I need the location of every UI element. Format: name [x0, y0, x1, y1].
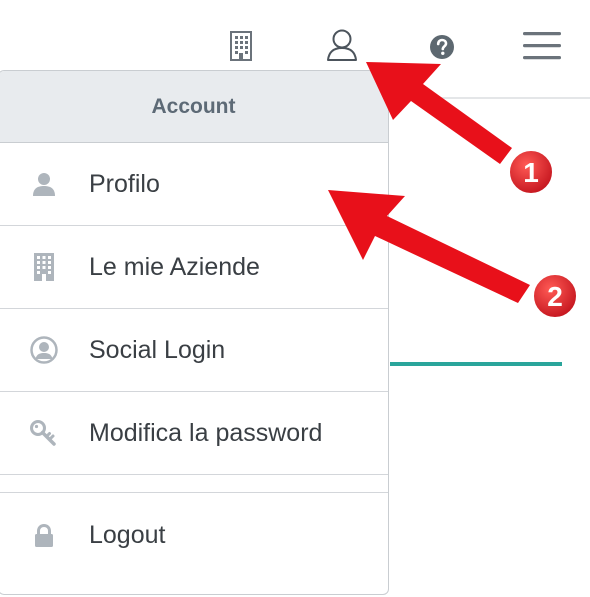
menu-item-label: Profilo	[89, 169, 160, 198]
building-icon	[0, 253, 89, 281]
menu-item-logout[interactable]: Logout	[0, 493, 388, 578]
help-icon[interactable]	[428, 33, 456, 61]
menu-item-social-login[interactable]: Social Login	[0, 309, 388, 392]
menu-divider	[0, 475, 388, 493]
accent-divider	[390, 362, 562, 366]
navbar-divider	[390, 97, 590, 99]
menu-item-label: Social Login	[89, 335, 226, 364]
menu-item-le-mie-aziende[interactable]: Le mie Aziende	[0, 226, 388, 309]
menu-item-modifica-password[interactable]: Modifica la password	[0, 392, 388, 475]
annotation-badge-2: 2	[530, 271, 580, 321]
menu-item-profilo[interactable]: Profilo	[0, 143, 388, 226]
menu-item-label: Modifica la password	[89, 418, 323, 447]
account-dropdown-menu: Account Profilo Le mie Aziende Social Lo…	[0, 70, 389, 595]
annotation-number: 2	[547, 281, 563, 312]
lock-icon	[0, 523, 89, 548]
user-icon[interactable]	[324, 26, 360, 64]
hamburger-menu-icon[interactable]	[522, 28, 562, 62]
annotation-badge-1: 1	[506, 147, 556, 197]
building-icon[interactable]	[226, 30, 256, 62]
user-circle-icon	[0, 336, 89, 364]
dropdown-header: Account	[0, 71, 388, 143]
menu-item-label: Logout	[89, 521, 166, 549]
user-icon	[0, 172, 89, 196]
key-icon	[0, 420, 89, 446]
menu-item-label: Le mie Aziende	[89, 252, 260, 281]
annotation-number: 1	[523, 157, 539, 188]
